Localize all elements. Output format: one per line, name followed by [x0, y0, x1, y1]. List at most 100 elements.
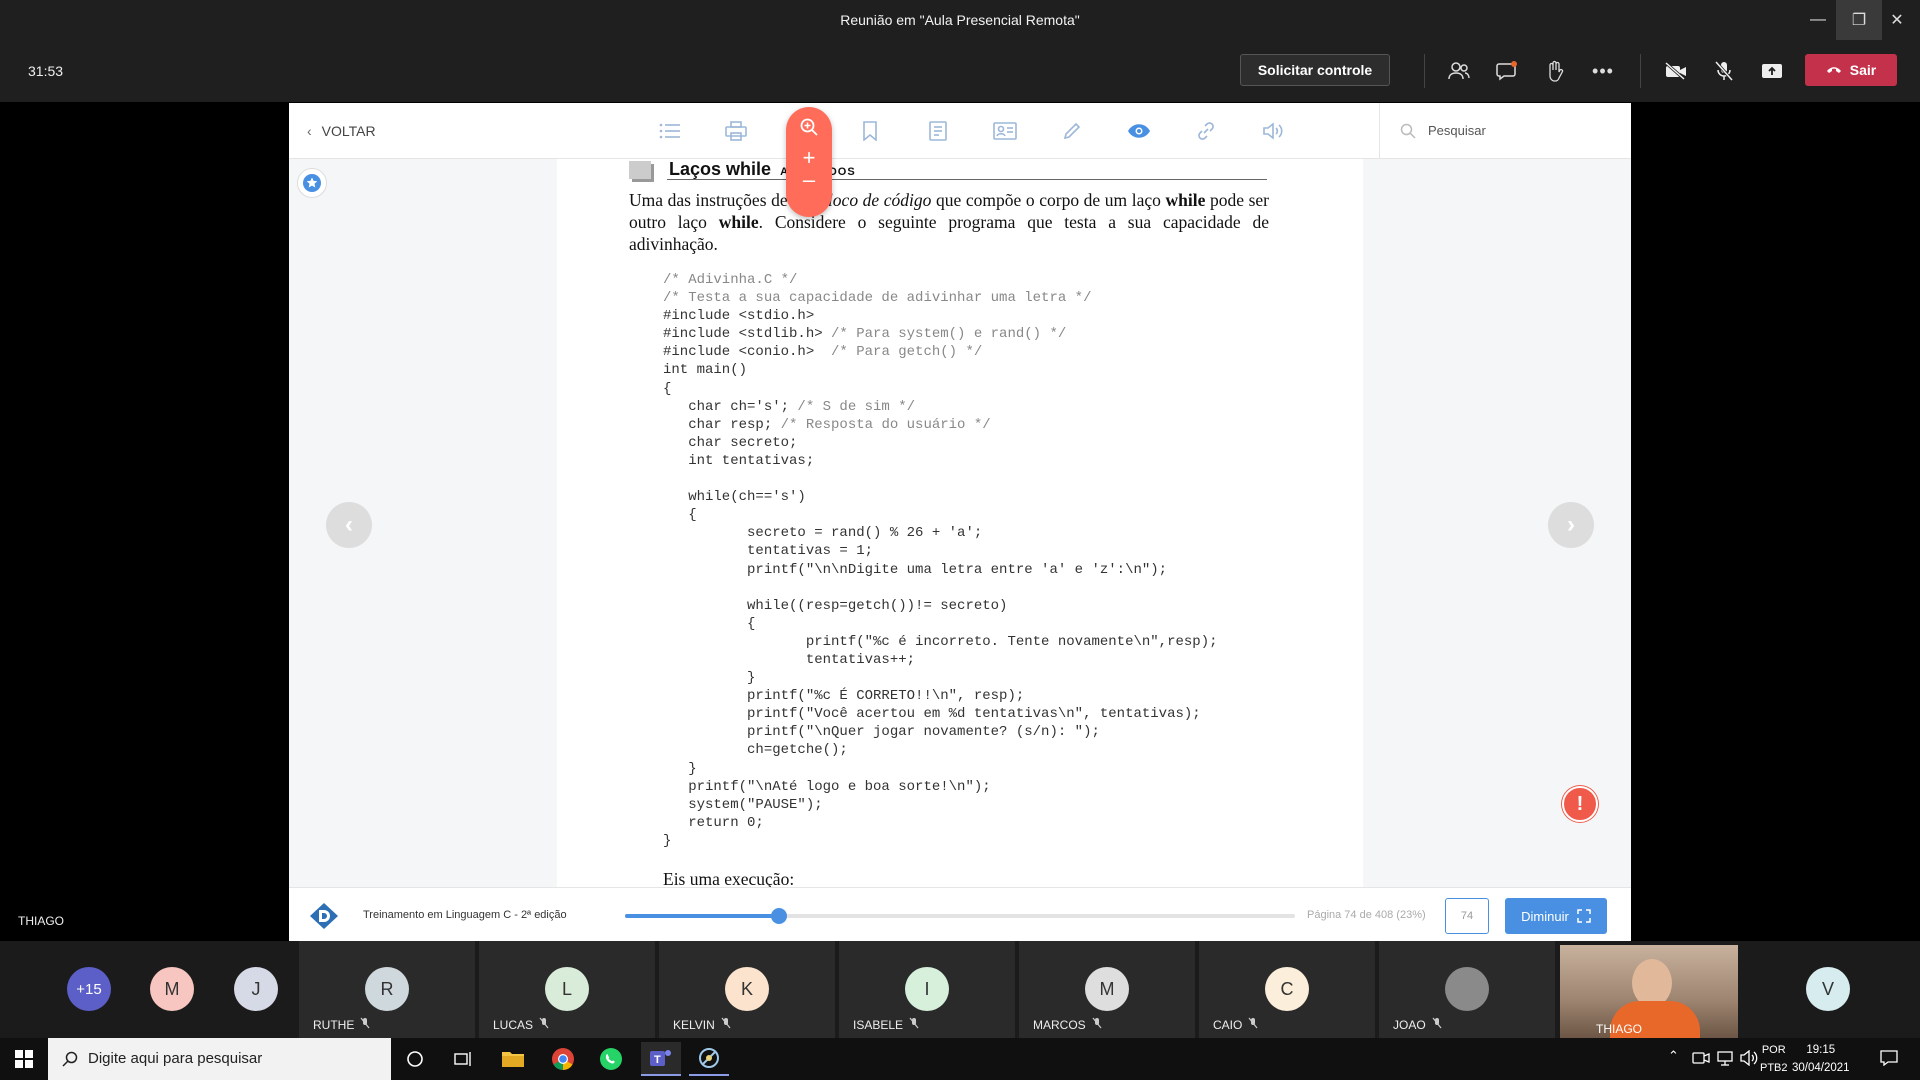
- window-title: Reunião em "Aula Presencial Remota": [840, 12, 1080, 28]
- taskbar-search[interactable]: Digite aqui para pesquisar: [48, 1038, 391, 1080]
- video-tile-thiago[interactable]: THIAGO: [1560, 945, 1738, 1038]
- print-icon[interactable]: [723, 118, 749, 144]
- participant-name: CAIO: [1213, 1017, 1243, 1032]
- heading-bullet: [629, 161, 651, 179]
- participant-tile[interactable]: I ISABELE: [839, 941, 1015, 1038]
- taskbar-search-placeholder: Digite aqui para pesquisar: [88, 1050, 263, 1067]
- chat-icon[interactable]: [1489, 53, 1525, 89]
- avatar: I: [905, 967, 949, 1011]
- chevron-up-icon[interactable]: ⌃: [1668, 1048, 1679, 1064]
- back-link[interactable]: ‹ VOLTAR: [307, 103, 376, 159]
- request-control-button[interactable]: Solicitar controle: [1240, 54, 1390, 86]
- code-text: return 0;: [663, 814, 764, 831]
- windows-start-icon[interactable]: [4, 1042, 44, 1076]
- app-icon[interactable]: [689, 1042, 729, 1076]
- avatar-initial: M: [164, 978, 180, 999]
- previous-page-button[interactable]: ‹: [326, 502, 372, 548]
- code-line: printf("%c é incorreto. Tente novamente\…: [663, 633, 1218, 651]
- participant-name-row: KELVIN: [673, 1017, 731, 1032]
- participant-tile[interactable]: M MARCOS: [1019, 941, 1195, 1038]
- network-icon[interactable]: [1716, 1050, 1734, 1071]
- code-line: char secreto;: [663, 434, 1218, 452]
- volume-icon[interactable]: [1740, 1049, 1758, 1071]
- participant-tile[interactable]: JOAO: [1379, 941, 1555, 1038]
- avatar[interactable]: M: [150, 967, 194, 1011]
- participant-name: THIAGO: [1596, 1022, 1643, 1036]
- close-button[interactable]: ✕: [1874, 0, 1920, 40]
- mic-off-icon: [909, 1017, 919, 1032]
- code-text: printf("\nAté logo e boa sorte!\n");: [663, 778, 991, 795]
- mic-off-icon: [360, 1017, 370, 1032]
- code-text: }: [663, 670, 756, 687]
- participant-tile[interactable]: R RUTHE: [299, 941, 475, 1038]
- avatar[interactable]: V: [1806, 967, 1850, 1011]
- audio-icon[interactable]: [1260, 118, 1286, 144]
- flashcards-icon[interactable]: [992, 118, 1018, 144]
- participant-name-row: RUTHE: [313, 1017, 370, 1032]
- code-listing: /* Adivinha.C */ /* Testa a sua capacidad…: [663, 271, 1218, 850]
- shrink-view-button[interactable]: Diminuir: [1505, 898, 1607, 934]
- code-comment: /* Testa a sua capacidade de adivinhar u…: [663, 290, 1092, 307]
- code-text: printf("Você acertou em %d tentativas\n"…: [663, 706, 1201, 723]
- participant-tile[interactable]: K KELVIN: [659, 941, 835, 1038]
- chrome-icon[interactable]: [543, 1042, 583, 1076]
- participants-icon[interactable]: [1441, 53, 1477, 89]
- meet-now-icon[interactable]: [1692, 1050, 1710, 1071]
- participant-name-row: JOAO: [1393, 1017, 1442, 1032]
- page-number-input[interactable]: 74: [1445, 898, 1489, 934]
- pencil-icon[interactable]: [1059, 118, 1085, 144]
- code-line: }: [663, 669, 1218, 687]
- search-field[interactable]: Pesquisar: [1379, 103, 1631, 159]
- code-text: while((resp=getch())!= secreto): [663, 597, 1008, 614]
- reading-progress-slider[interactable]: [625, 908, 1295, 924]
- code-line: char ch='s'; /* S de sim */: [663, 398, 1218, 416]
- mic-off-icon[interactable]: [1706, 53, 1742, 89]
- zoom-out-button[interactable]: –: [786, 169, 832, 191]
- progress-handle[interactable]: [771, 908, 788, 924]
- file-explorer-icon[interactable]: [493, 1042, 533, 1076]
- share-screen-icon[interactable]: [1754, 53, 1790, 89]
- task-view-icon[interactable]: [443, 1042, 483, 1076]
- avatar[interactable]: J: [234, 967, 278, 1011]
- presenter-name: THIAGO: [18, 914, 65, 928]
- notes-icon[interactable]: [925, 118, 951, 144]
- system-clock[interactable]: 19:15 30/04/2021: [1792, 1041, 1850, 1077]
- language-indicator[interactable]: POR PTB2: [1760, 1041, 1788, 1077]
- whatsapp-icon[interactable]: [591, 1042, 631, 1076]
- code-text: int main(): [663, 362, 748, 379]
- bookmark-icon[interactable]: [857, 118, 883, 144]
- minimize-button[interactable]: —: [1795, 0, 1841, 40]
- code-line: printf("Você acertou em %d tentativas\n"…: [663, 705, 1218, 723]
- notifications-icon[interactable]: [1880, 1050, 1898, 1071]
- code-text: #include <stdio.h>: [663, 308, 815, 325]
- list-icon[interactable]: [657, 118, 683, 144]
- leave-button[interactable]: Sair: [1805, 54, 1897, 86]
- participant-tile[interactable]: C CAIO: [1199, 941, 1375, 1038]
- cortana-icon[interactable]: [395, 1042, 435, 1076]
- book-title: Treinamento em Linguagem C - 2ª edição: [363, 909, 567, 921]
- publisher-logo: [310, 903, 338, 929]
- zoom-icon[interactable]: [786, 117, 832, 141]
- camera-off-icon[interactable]: [1658, 53, 1694, 89]
- divider: [1424, 54, 1425, 88]
- participant-name: MARCOS: [1033, 1017, 1086, 1032]
- next-page-button[interactable]: ›: [1548, 502, 1594, 548]
- report-issue-button[interactable]: !: [1562, 786, 1598, 822]
- code-text: printf("%c É CORRETO!!\n", resp);: [663, 688, 1025, 705]
- teams-icon[interactable]: T: [641, 1042, 681, 1076]
- more-participants-button[interactable]: +15: [67, 967, 111, 1011]
- chevron-left-icon: ‹: [345, 511, 353, 538]
- shared-screen: ‹ VOLTAR Pesquisar Laços while Uma das i…: [289, 103, 1631, 941]
- search-icon: [62, 1051, 78, 1067]
- more-options-icon[interactable]: •••: [1585, 53, 1621, 89]
- favorite-button[interactable]: [297, 168, 327, 198]
- code-line: /* Testa a sua capacidade de adivinhar u…: [663, 289, 1218, 307]
- reactions-icon[interactable]: [1537, 53, 1573, 89]
- participant-tile[interactable]: L LUCAS: [479, 941, 655, 1038]
- avatar: [1445, 967, 1489, 1011]
- eye-icon[interactable]: [1126, 118, 1152, 144]
- code-comment: /* Para system() e rand() */: [831, 326, 1067, 343]
- mic-off-icon: [1432, 1017, 1442, 1032]
- zoom-in-button[interactable]: +: [786, 147, 832, 169]
- link-icon[interactable]: [1193, 118, 1219, 144]
